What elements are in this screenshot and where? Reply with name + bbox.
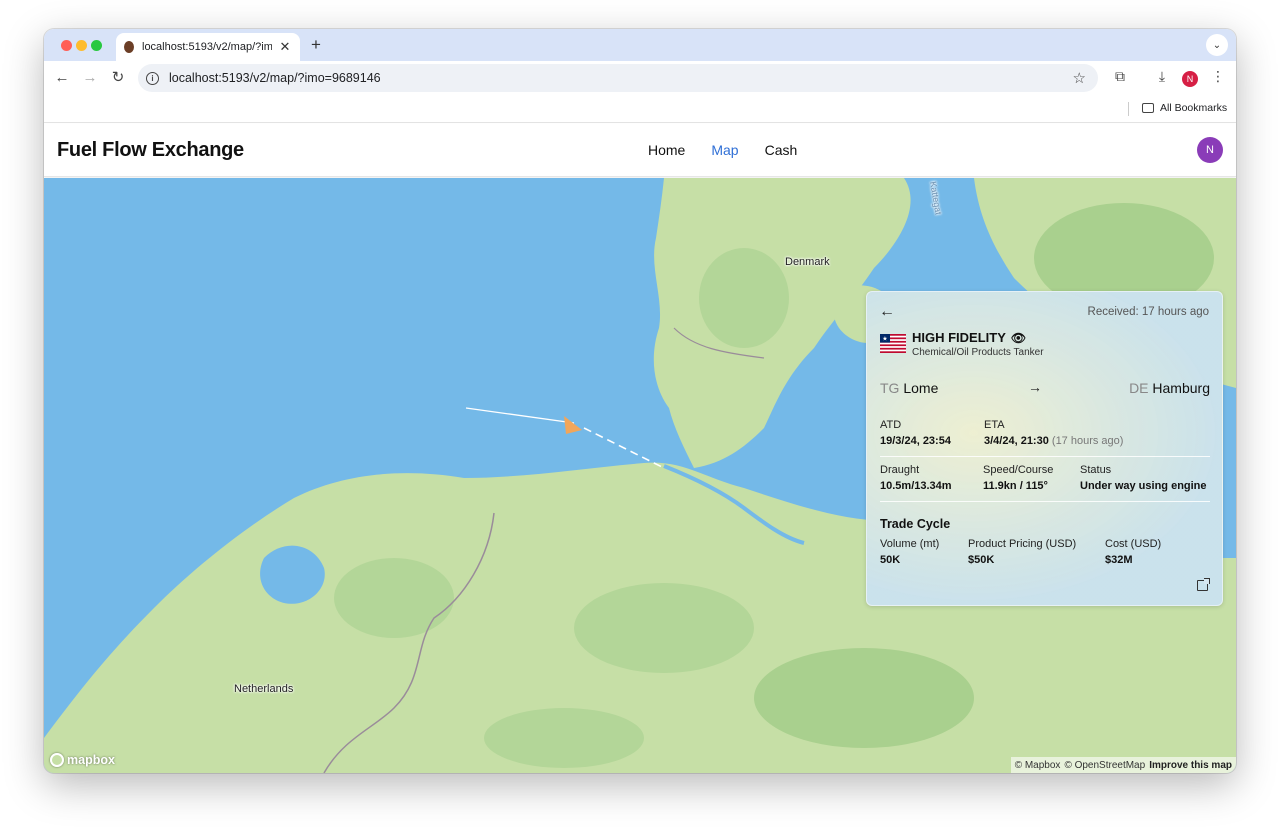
site-info-icon[interactable]: i [146, 71, 159, 85]
eta-label: ETA [984, 419, 1005, 431]
eta-value: 3/4/24, 21:30 (17 hours ago) [984, 435, 1123, 447]
origin-country-code: TG [880, 380, 900, 396]
attribution-osm[interactable]: © OpenStreetMap [1064, 760, 1145, 771]
atd-label: ATD [880, 419, 902, 431]
close-window-button[interactable] [61, 40, 72, 51]
brand-title[interactable]: Fuel Flow Exchange [57, 139, 244, 162]
cost-value: $32M [1105, 554, 1133, 566]
main-nav: Home Map Cash [648, 142, 797, 158]
svg-text:★: ★ [882, 336, 887, 343]
attribution-mapbox[interactable]: © Mapbox [1015, 760, 1061, 771]
destination-port-name: Hamburg [1152, 380, 1210, 396]
external-link-icon[interactable] [1197, 578, 1210, 591]
mapbox-logo-icon [50, 753, 64, 767]
vessel-planned-route [583, 427, 665, 469]
pricing-label: Product Pricing (USD) [968, 538, 1077, 550]
browser-window: localhost:5193/v2/map/?imo=9689146 ✕ + ⌄… [44, 29, 1236, 773]
improve-map-link[interactable]: Improve this map [1149, 760, 1232, 771]
browser-tab[interactable]: localhost:5193/v2/map/?imo=9689146 ✕ [116, 33, 300, 61]
atd-value: 19/3/24, 23:54 [880, 435, 951, 447]
map-label-netherlands: Netherlands [234, 683, 294, 695]
map-attribution: © Mapbox © OpenStreetMap Improve this ma… [1010, 757, 1236, 773]
vessel-track [465, 407, 575, 424]
forest-patch [754, 648, 974, 748]
pricing-value: $50K [968, 554, 995, 566]
origin-port: TG Lome [880, 380, 938, 396]
address-bar[interactable]: i localhost:5193/v2/map/?imo=9689146 ☆ [138, 64, 1098, 92]
panel-divider [880, 501, 1210, 502]
vessel-name: HIGH FIDELITY 👁 [912, 330, 1026, 345]
cost-label: Cost (USD) [1105, 538, 1162, 550]
origin-port-name: Lome [903, 380, 939, 396]
bookmarks-bar: All Bookmarks [44, 95, 1236, 123]
mapbox-logo-text: mapbox [67, 753, 115, 767]
minimize-window-button[interactable] [76, 40, 87, 51]
trade-cycle-title: Trade Cycle [880, 517, 951, 531]
forward-arrow-icon[interactable]: → [80, 68, 100, 88]
map-canvas[interactable]: Denmark Netherlands Kattegat mapbox © Ma… [44, 178, 1236, 773]
browser-menu-icon[interactable]: ⋮ [1208, 68, 1228, 85]
tab-strip: localhost:5193/v2/map/?imo=9689146 ✕ + ⌄ [44, 29, 1236, 61]
forest-patch [574, 583, 754, 673]
forest-patch [334, 558, 454, 638]
user-avatar[interactable]: N [1197, 137, 1223, 163]
back-arrow-icon[interactable]: ← [52, 68, 72, 88]
extensions-puzzle-icon[interactable]: ⧉ [1110, 68, 1130, 85]
nav-link-map[interactable]: Map [711, 142, 738, 158]
back-arrow-icon[interactable]: ← [879, 303, 895, 321]
vessel-name-text: HIGH FIDELITY [912, 330, 1006, 345]
nav-link-cash[interactable]: Cash [765, 142, 798, 158]
vessel-type: Chemical/Oil Products Tanker [912, 347, 1044, 358]
app-header: Fuel Flow Exchange Home Map Cash N [44, 124, 1236, 177]
vessel-info-panel: ← Received: 17 hours ago ★ HIGH FIDELITY [866, 291, 1223, 606]
eta-relative: (17 hours ago) [1051, 435, 1124, 447]
vessel-marker [564, 416, 582, 434]
destination-country-code: DE [1129, 380, 1149, 396]
draught-label: Draught [880, 464, 920, 476]
favicon-icon [124, 41, 134, 53]
draught-value: 10.5m/13.34m [880, 480, 952, 492]
forest-patch [699, 248, 789, 348]
speed-course-value: 11.9kn / 115° [983, 480, 1048, 492]
destination-port: DE Hamburg [1129, 380, 1210, 396]
all-bookmarks-link[interactable]: All Bookmarks [1160, 102, 1227, 114]
route-arrow-icon: → [1028, 379, 1042, 395]
received-timestamp: Received: 17 hours ago [1087, 306, 1209, 318]
status-value: Under way using engine [1080, 480, 1207, 492]
maximize-window-button[interactable] [91, 40, 102, 51]
bookmark-star-icon[interactable]: ☆ [1073, 69, 1086, 87]
route-row: TG Lome → DE Hamburg [880, 379, 1210, 400]
browser-profile-avatar[interactable]: N [1182, 71, 1198, 87]
map-label-denmark: Denmark [785, 256, 830, 268]
status-label: Status [1080, 464, 1112, 476]
bookmarks-separator [1128, 102, 1129, 116]
tab-close-icon[interactable]: ✕ [278, 39, 292, 55]
eye-icon[interactable]: 👁 [1011, 331, 1026, 345]
new-tab-button[interactable]: + [306, 35, 326, 55]
eta-value-text: 3/4/24, 21:30 [984, 435, 1049, 447]
url-text[interactable]: localhost:5193/v2/map/?imo=9689146 [169, 71, 381, 85]
mapbox-logo[interactable]: mapbox [50, 753, 115, 767]
volume-value: 50K [880, 554, 901, 566]
forest-patch [484, 708, 644, 768]
tab-title: localhost:5193/v2/map/?imo=9689146 [142, 41, 272, 53]
nav-link-home[interactable]: Home [648, 142, 685, 158]
folder-icon[interactable] [1142, 103, 1154, 113]
liberia-flag-icon: ★ [880, 334, 906, 353]
speed-course-label: Speed/Course [983, 464, 1054, 476]
reload-icon[interactable]: ↻ [108, 68, 128, 88]
tab-search-chevron-icon[interactable]: ⌄ [1206, 34, 1228, 56]
download-icon[interactable]: ⤓ [1152, 68, 1172, 85]
volume-label: Volume (mt) [880, 538, 940, 550]
panel-divider [880, 456, 1210, 457]
browser-toolbar: ← → ↻ i localhost:5193/v2/map/?imo=96891… [44, 61, 1236, 95]
